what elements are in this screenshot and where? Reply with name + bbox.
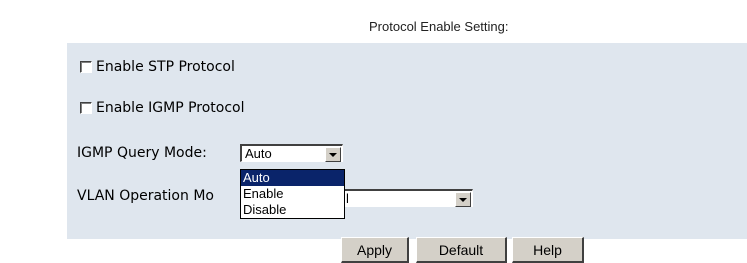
- igmp-query-mode-select[interactable]: Auto: [240, 144, 343, 162]
- chevron-down-icon[interactable]: [455, 192, 471, 207]
- help-button[interactable]: Help: [512, 237, 584, 263]
- igmp-checkbox-row[interactable]: Enable IGMP Protocol: [80, 99, 245, 117]
- igmp-query-mode-dropdown[interactable]: Auto Enable Disable: [240, 169, 345, 219]
- vlan-operation-mode-label: VLAN Operation Mo: [77, 188, 214, 204]
- stp-checkbox[interactable]: [80, 61, 92, 73]
- dropdown-option-disable[interactable]: Disable: [241, 202, 344, 218]
- igmp-checkbox[interactable]: [80, 102, 92, 114]
- vlan-operation-mode-value: l: [346, 191, 349, 206]
- igmp-query-mode-label: IGMP Query Mode:: [77, 145, 207, 161]
- chevron-down-icon[interactable]: [325, 147, 341, 162]
- dropdown-option-enable[interactable]: Enable: [241, 186, 344, 202]
- apply-button[interactable]: Apply: [341, 237, 409, 263]
- default-button[interactable]: Default: [416, 237, 507, 263]
- igmp-checkbox-label: Enable IGMP Protocol: [96, 100, 245, 116]
- igmp-query-mode-value: Auto: [245, 146, 272, 161]
- stp-checkbox-label: Enable STP Protocol: [96, 59, 235, 75]
- page-title: Protocol Enable Setting:: [369, 19, 509, 34]
- stp-checkbox-row[interactable]: Enable STP Protocol: [80, 58, 235, 76]
- dropdown-option-auto[interactable]: Auto: [241, 170, 344, 186]
